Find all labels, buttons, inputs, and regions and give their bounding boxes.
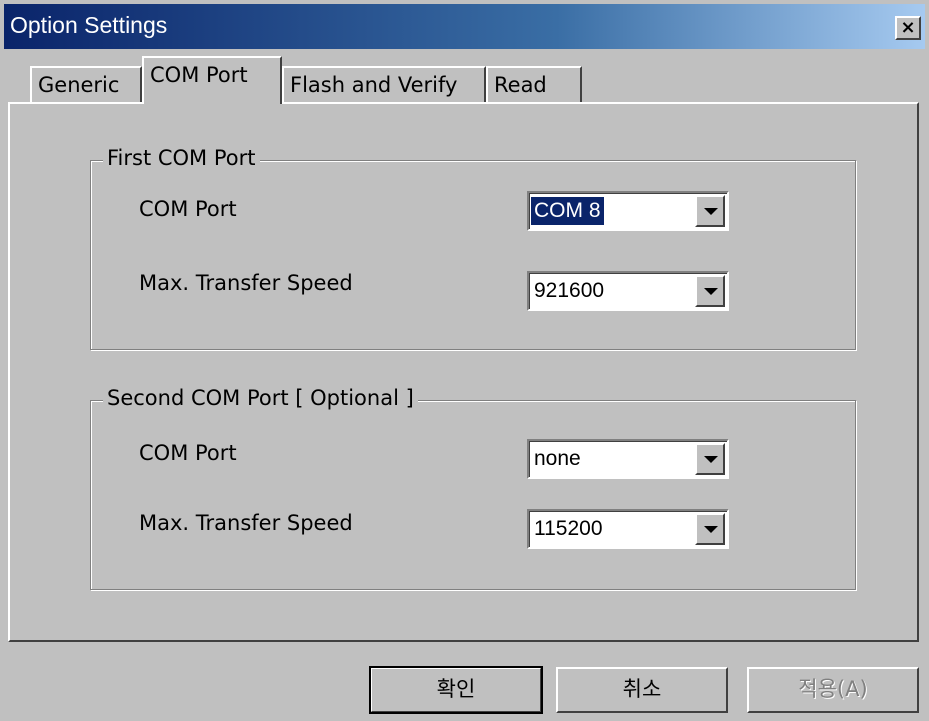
dropdown-arrow-icon[interactable] [695,443,725,475]
ok-button[interactable]: 확인 [369,666,543,714]
tab-panel-com-port: First COM Port COM Port COM 8 Max. Trans… [8,102,919,642]
first-speed-label: Max. Transfer Speed [139,271,353,295]
cancel-button[interactable]: 취소 [556,667,728,713]
apply-button[interactable]: 적용(A) [747,667,919,713]
close-icon: × [900,17,916,38]
tab-generic-label: Generic [38,73,120,97]
first-com-port-select[interactable]: COM 8 [527,191,729,231]
close-button[interactable]: × [895,16,921,40]
second-com-port-group: Second COM Port [ Optional ] COM Port no… [90,386,856,590]
tab-flash-and-verify[interactable]: Flash and Verify [282,66,486,104]
tab-generic[interactable]: Generic [30,66,142,104]
second-speed-value: 115200 [534,517,603,540]
second-speed-select[interactable]: 115200 [527,509,729,549]
window-title: Option Settings [10,12,168,38]
first-com-port-group: First COM Port COM Port COM 8 Max. Trans… [90,146,856,350]
tab-read-label: Read [494,73,547,97]
tab-com-port[interactable]: COM Port [142,56,282,104]
option-settings-window: Option Settings × Generic COM Port Flash… [0,0,929,721]
second-speed-label: Max. Transfer Speed [139,511,353,535]
second-com-port-label: COM Port [139,441,237,465]
tab-com-port-label: COM Port [150,63,248,87]
second-com-port-legend: Second COM Port [ Optional ] [103,386,418,410]
second-com-port-select[interactable]: none [527,439,729,479]
first-com-port-legend: First COM Port [103,146,260,170]
first-com-port-value: COM 8 [531,197,604,225]
first-com-port-label: COM Port [139,197,237,221]
dropdown-arrow-icon[interactable] [695,195,725,227]
dropdown-arrow-icon[interactable] [695,513,725,545]
first-speed-select[interactable]: 921600 [527,271,729,311]
first-speed-value: 921600 [534,279,605,302]
tab-flash-and-verify-label: Flash and Verify [290,73,458,97]
title-bar[interactable]: Option Settings × [4,4,925,49]
second-com-port-value: none [534,447,581,470]
dropdown-arrow-icon[interactable] [695,275,725,307]
tab-read[interactable]: Read [486,66,582,104]
